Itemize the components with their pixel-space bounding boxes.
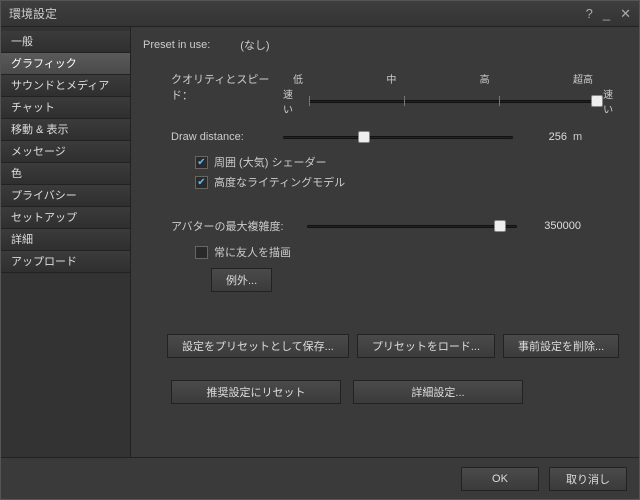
advanced-lighting-checkbox[interactable]: ✔ 高度なライティングモデル xyxy=(195,174,623,190)
sidebar-item-general[interactable]: 一般 xyxy=(1,31,130,53)
avatar-complexity-slider[interactable] xyxy=(307,219,517,233)
checkbox-icon: ✔ xyxy=(195,176,208,189)
exceptions-button[interactable]: 例外... xyxy=(211,268,272,292)
delete-preset-button[interactable]: 事前設定を削除... xyxy=(503,334,619,358)
sidebar-item-privacy[interactable]: プライバシー xyxy=(1,185,130,207)
avatar-complexity-value: 350000 xyxy=(517,220,581,232)
sidebar-item-move-view[interactable]: 移動 & 表示 xyxy=(1,119,130,141)
quality-left-label: 速い xyxy=(283,86,303,116)
draw-distance-label: Draw distance: xyxy=(171,131,283,143)
quality-right-label: 速い xyxy=(603,86,623,116)
avatar-complexity-thumb[interactable] xyxy=(494,220,506,232)
quality-slider-thumb[interactable] xyxy=(591,95,603,107)
save-preset-button[interactable]: 設定をプリセットとして保存... xyxy=(167,334,349,358)
help-icon[interactable]: ? xyxy=(586,6,593,21)
dialog-footer: OK 取り消し xyxy=(1,457,639,499)
sidebar: 一般 グラフィック サウンドとメディア チャット 移動 & 表示 メッセージ 色… xyxy=(1,27,131,457)
content-panel: Preset in use: (なし) クオリティとスピード： 低 中 高 超高 xyxy=(131,27,639,457)
sidebar-item-sound[interactable]: サウンドとメディア xyxy=(1,75,130,97)
draw-distance-value: 256 xyxy=(513,131,567,143)
sidebar-item-colors[interactable]: 色 xyxy=(1,163,130,185)
avatar-complexity-label: アバターの最大複雑度: xyxy=(171,218,307,234)
preset-label: Preset in use: xyxy=(143,39,210,51)
reset-recommended-button[interactable]: 推奨設定にリセット xyxy=(171,380,341,404)
draw-distance-slider[interactable] xyxy=(283,130,513,144)
window-title: 環境設定 xyxy=(9,5,57,22)
titlebar: 環境設定 ? _ ✕ xyxy=(1,1,639,27)
advanced-settings-button[interactable]: 詳細設定... xyxy=(353,380,523,404)
close-icon[interactable]: ✕ xyxy=(620,6,631,22)
cancel-button[interactable]: 取り消し xyxy=(549,467,627,491)
sidebar-item-advanced[interactable]: 詳細 xyxy=(1,229,130,251)
preferences-window: 環境設定 ? _ ✕ 一般 グラフィック サウンドとメディア チャット 移動 &… xyxy=(0,0,640,500)
draw-distance-thumb[interactable] xyxy=(358,131,370,143)
preset-value: (なし) xyxy=(240,37,269,53)
ok-button[interactable]: OK xyxy=(461,467,539,491)
checkbox-icon: ✔ xyxy=(195,156,208,169)
sidebar-item-chat[interactable]: チャット xyxy=(1,97,130,119)
sidebar-item-messages[interactable]: メッセージ xyxy=(1,141,130,163)
sidebar-item-setup[interactable]: セットアップ xyxy=(1,207,130,229)
checkbox-icon xyxy=(195,246,208,259)
sidebar-item-graphics[interactable]: グラフィック xyxy=(1,53,130,75)
quality-slider[interactable] xyxy=(309,94,597,108)
atmospheric-shaders-checkbox[interactable]: ✔ 周囲 (大気) シェーダー xyxy=(195,154,623,170)
quality-tick-labels: 低 中 高 超高 xyxy=(293,71,593,86)
minimize-icon[interactable]: _ xyxy=(603,6,610,21)
load-preset-button[interactable]: プリセットをロード... xyxy=(357,334,495,358)
sidebar-item-upload[interactable]: アップロード xyxy=(1,251,130,273)
quality-label: クオリティとスピード： xyxy=(171,71,283,103)
draw-distance-unit: m xyxy=(573,131,582,143)
always-render-friends-checkbox[interactable]: 常に友人を描画 xyxy=(195,244,623,260)
